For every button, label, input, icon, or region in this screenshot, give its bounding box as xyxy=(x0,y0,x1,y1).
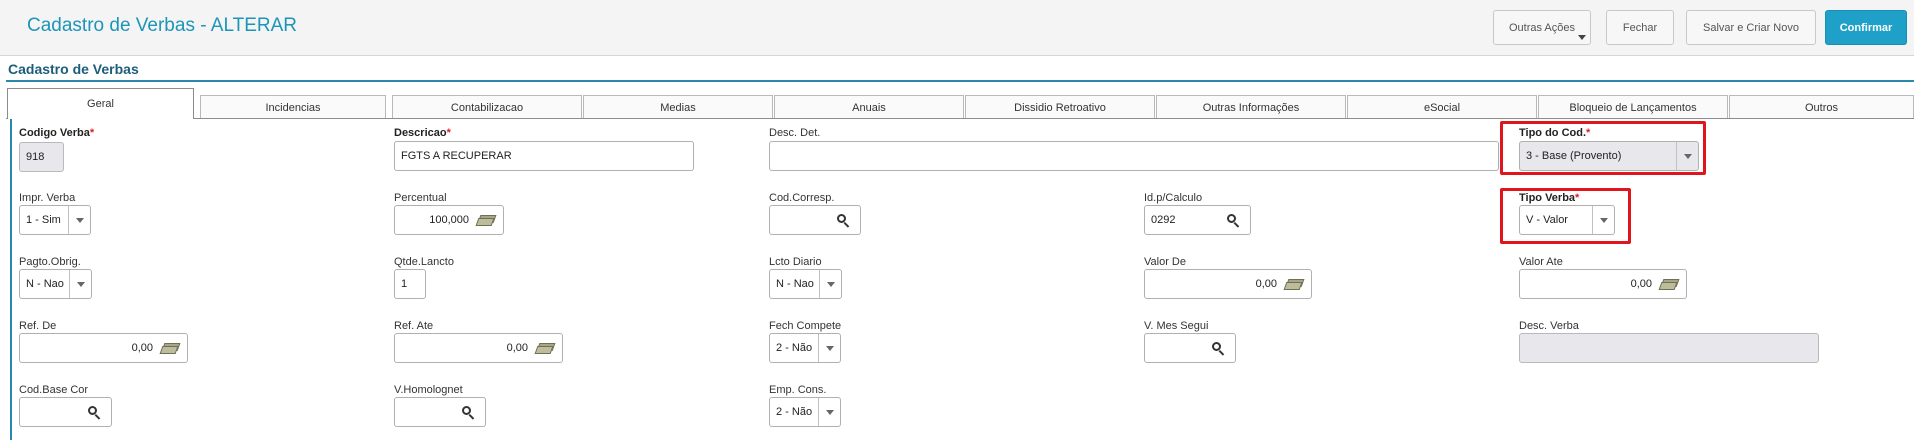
desc-verba-field[interactable] xyxy=(1519,333,1819,363)
calculator-icon[interactable] xyxy=(1658,270,1680,298)
search-icon[interactable] xyxy=(457,398,479,426)
id-calculo-label: Id.p/Calculo xyxy=(1144,192,1203,204)
desc-verba-label: Desc. Verba xyxy=(1519,320,1579,332)
emp-cons-label: Emp. Cons. xyxy=(769,384,827,396)
qtde-lancto-field[interactable]: 1 xyxy=(394,269,426,299)
tab-outras-informacoes[interactable]: Outras Informações xyxy=(1156,95,1346,119)
v-mes-segui-label: V. Mes Segui xyxy=(1144,320,1209,332)
codigo-verba-field[interactable]: 918 xyxy=(19,142,64,172)
cod-corresp-field[interactable] xyxy=(769,205,861,235)
ref-de-field[interactable]: 0,00 xyxy=(19,333,188,363)
codigo-verba-label: Codigo Verba* xyxy=(19,127,95,139)
highlight-tipo-verba xyxy=(1500,188,1631,244)
valor-de-field[interactable]: 0,00 xyxy=(1144,269,1312,299)
dropdown-arrow-icon[interactable] xyxy=(818,398,840,426)
search-icon[interactable] xyxy=(832,206,854,234)
fechar-button[interactable]: Fechar xyxy=(1606,10,1674,45)
tab-medias[interactable]: Medias xyxy=(583,95,773,119)
calculator-icon[interactable] xyxy=(475,206,497,234)
outras-acoes-button[interactable]: Outras Ações xyxy=(1493,10,1591,45)
impr-verba-select[interactable]: 1 - Sim xyxy=(19,205,91,235)
tab-esocial[interactable]: eSocial xyxy=(1347,95,1537,119)
tab-bloqueio-lancamentos[interactable]: Bloqueio de Lançamentos xyxy=(1538,95,1728,119)
dropdown-arrow-icon[interactable] xyxy=(69,270,91,298)
tab-contabilizacao[interactable]: Contabilizacao xyxy=(392,95,582,119)
tab-outros[interactable]: Outros xyxy=(1729,95,1914,119)
descricao-field[interactable]: FGTS A RECUPERAR xyxy=(394,141,694,171)
tab-geral[interactable]: Geral xyxy=(7,88,194,119)
qtde-lancto-label: Qtde.Lancto xyxy=(394,256,454,268)
fech-compete-label: Fech Compete xyxy=(769,320,842,332)
cod-base-cor-label: Cod.Base Cor xyxy=(19,384,89,396)
lcto-diario-select[interactable]: N - Nao xyxy=(769,269,842,299)
section-title: Cadastro de Verbas xyxy=(8,61,139,77)
ref-de-label: Ref. De xyxy=(19,320,57,332)
desc-det-field[interactable] xyxy=(769,141,1499,171)
search-icon[interactable] xyxy=(1207,334,1229,362)
cod-base-cor-field[interactable] xyxy=(19,397,112,427)
pagto-obrig-select[interactable]: N - Nao xyxy=(19,269,92,299)
lcto-diario-label: Lcto Diario xyxy=(769,256,822,268)
tab-dissidio-retroativo[interactable]: Dissidio Retroativo xyxy=(965,95,1155,119)
highlight-tipo-cod xyxy=(1500,121,1706,175)
ref-ate-label: Ref. Ate xyxy=(394,320,434,332)
dropdown-arrow-icon[interactable] xyxy=(818,334,840,362)
section-divider xyxy=(6,80,1914,82)
search-icon[interactable] xyxy=(83,398,105,426)
ref-ate-field[interactable]: 0,00 xyxy=(394,333,563,363)
dropdown-arrow-icon[interactable] xyxy=(68,206,90,234)
impr-verba-label: Impr. Verba xyxy=(19,192,76,204)
tab-incidencias[interactable]: Incidencias xyxy=(200,95,386,119)
chevron-down-icon xyxy=(1578,35,1586,40)
v-mes-segui-field[interactable] xyxy=(1144,333,1236,363)
search-icon[interactable] xyxy=(1222,206,1244,234)
id-calculo-field[interactable]: 0292 xyxy=(1144,205,1251,235)
top-bar: Cadastro de Verbas - ALTERAR Outras Açõe… xyxy=(0,0,1914,56)
fech-compete-select[interactable]: 2 - Não xyxy=(769,333,841,363)
cod-corresp-label: Cod.Corresp. xyxy=(769,192,835,204)
desc-det-label: Desc. Det. xyxy=(769,127,821,139)
percentual-field[interactable]: 100,000 xyxy=(394,205,504,235)
valor-ate-label: Valor Ate xyxy=(1519,256,1563,268)
page-title: Cadastro de Verbas - ALTERAR xyxy=(27,15,297,36)
valor-de-label: Valor De xyxy=(1144,256,1186,268)
tab-anuais[interactable]: Anuais xyxy=(774,95,964,119)
calculator-icon[interactable] xyxy=(534,334,556,362)
pagto-obrig-label: Pagto.Obrig. xyxy=(19,256,81,268)
dropdown-arrow-icon[interactable] xyxy=(819,270,841,298)
confirmar-button[interactable]: Confirmar xyxy=(1825,10,1907,45)
percentual-label: Percentual xyxy=(394,192,447,204)
v-homolognet-field[interactable] xyxy=(394,397,486,427)
valor-ate-field[interactable]: 0,00 xyxy=(1519,269,1687,299)
calculator-icon[interactable] xyxy=(159,334,181,362)
descricao-label: Descricao* xyxy=(394,127,451,139)
emp-cons-select[interactable]: 2 - Não xyxy=(769,397,841,427)
v-homolognet-label: V.Homolognet xyxy=(394,384,463,396)
calculator-icon[interactable] xyxy=(1283,270,1305,298)
outras-acoes-label: Outras Ações xyxy=(1508,21,1576,34)
salvar-criar-novo-button[interactable]: Salvar e Criar Novo xyxy=(1686,10,1816,45)
